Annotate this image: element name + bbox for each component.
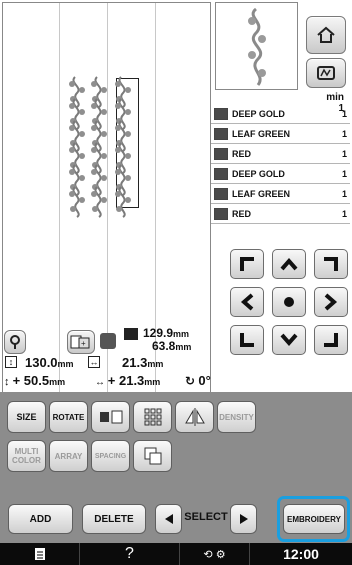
triangle-right-icon (239, 514, 248, 524)
grid-icon (144, 408, 161, 426)
add-button[interactable]: ADD (8, 504, 73, 534)
home-icon (317, 26, 335, 43)
thread-stitch-time: 1 (341, 148, 347, 159)
highlight-frame (277, 496, 350, 542)
triangle-left-icon (164, 514, 173, 524)
thread-color-list[interactable]: DEEP GOLD 1 LEAF GREEN 1 RED 1 DEEP GOLD 1 LEAF … (211, 104, 350, 224)
select-next-button[interactable] (230, 504, 257, 534)
spacing-button[interactable]: SPACING (91, 440, 130, 472)
thread-color-name: DEEP GOLD (232, 108, 285, 119)
thread-stitch-time: 1 (341, 168, 347, 179)
thread-color-item[interactable]: LEAF GREEN 1 (211, 124, 350, 144)
move-right-button[interactable] (314, 287, 348, 317)
select-label: SELECT (184, 511, 228, 523)
vertical-size: 130.0mm (25, 355, 74, 370)
move-left-button[interactable] (230, 287, 264, 317)
edit-tools-panel: SIZE ROTATE DENSITY MULTI COLOR ARRAY SP… (0, 392, 352, 507)
pattern-width: 63.8mm (152, 339, 192, 353)
camera-icon (100, 333, 116, 349)
thread-color-item[interactable]: DEEP GOLD 1 (211, 164, 350, 184)
flip-icon (99, 410, 122, 424)
rotate-icon: ↻ (185, 374, 199, 388)
thread-spool-icon (214, 127, 228, 140)
clock: 12:00 (283, 546, 319, 562)
horizontal-size: 21.3mm (122, 355, 164, 370)
frame-display-button[interactable]: + (67, 330, 95, 354)
thread-spool-icon (214, 107, 228, 120)
thread-stitch-time: 1 (341, 108, 347, 119)
document-button[interactable] (0, 543, 80, 565)
center-button[interactable] (272, 287, 306, 317)
pattern-height: 129.9mm (143, 326, 190, 340)
thread-stitch-time: 1 (341, 208, 347, 219)
select-prev-button[interactable] (155, 504, 182, 534)
presser-foot-icon: ⟲ ⚙ (203, 548, 226, 561)
mirror-icon (184, 408, 205, 426)
pattern-size-icon (124, 328, 138, 340)
array-button[interactable]: ARRAY (49, 440, 88, 472)
delete-button[interactable]: DELETE (82, 504, 146, 534)
embroidery-motif (115, 186, 131, 218)
rotate-button[interactable]: ROTATE (49, 401, 88, 433)
thread-spool-icon (214, 207, 228, 220)
thread-spool-icon (214, 167, 228, 180)
thread-color-name: LEAF GREEN (232, 128, 291, 139)
status-bar: ? ⟲ ⚙ 12:00 (0, 543, 352, 565)
presser-foot-status: ⟲ ⚙ (180, 543, 250, 565)
thread-spool-icon (214, 147, 228, 160)
duplicate-button[interactable] (133, 440, 172, 472)
thread-color-name: LEAF GREEN (232, 188, 291, 199)
thread-color-item[interactable]: RED 1 (211, 204, 350, 224)
thread-color-item[interactable]: LEAF GREEN 1 (211, 184, 350, 204)
size-button[interactable]: SIZE (7, 401, 46, 433)
thread-stitch-time: 1 (341, 188, 347, 199)
horizontal-offset: ↔ + 21.3mm (95, 373, 161, 388)
vertical-offset: ↕ + 50.5mm (4, 373, 66, 388)
thread-spool-icon (214, 187, 228, 200)
thread-color-name: RED (232, 148, 252, 159)
thread-color-item[interactable]: DEEP GOLD 1 (211, 104, 350, 124)
move-up-left-button[interactable] (230, 249, 264, 279)
thread-color-item[interactable]: RED 1 (211, 144, 350, 164)
move-up-right-button[interactable] (314, 249, 348, 279)
document-icon (34, 548, 45, 560)
move-down-button[interactable] (272, 325, 306, 355)
mirror-button[interactable] (175, 401, 214, 433)
frame-button[interactable] (306, 58, 346, 88)
horizontal-size-icon: ↔ (88, 356, 100, 368)
magnifier-icon (10, 335, 20, 349)
move-down-left-button[interactable] (230, 325, 264, 355)
multi-color-button[interactable]: MULTI COLOR (7, 440, 46, 472)
vertical-size-icon: ↕ (5, 356, 17, 368)
pattern-preview (215, 2, 298, 90)
home-button[interactable] (306, 16, 346, 54)
help-button[interactable]: ? (80, 543, 180, 565)
mirror-flip-button[interactable] (91, 401, 130, 433)
density-button[interactable]: DENSITY (217, 401, 256, 433)
frame-view-icon: + (70, 335, 90, 349)
svg-text:+: + (81, 339, 86, 348)
embroidery-frame-icon (317, 66, 335, 80)
border-button[interactable] (133, 401, 172, 433)
copy-icon (144, 447, 161, 465)
thread-color-name: RED (232, 208, 252, 219)
move-down-right-button[interactable] (314, 325, 348, 355)
zoom-button[interactable] (4, 330, 26, 354)
move-up-button[interactable] (272, 249, 306, 279)
thread-stitch-time: 1 (341, 128, 347, 139)
rotation-angle: ↻ 0° (185, 373, 211, 388)
thread-color-name: DEEP GOLD (232, 168, 285, 179)
